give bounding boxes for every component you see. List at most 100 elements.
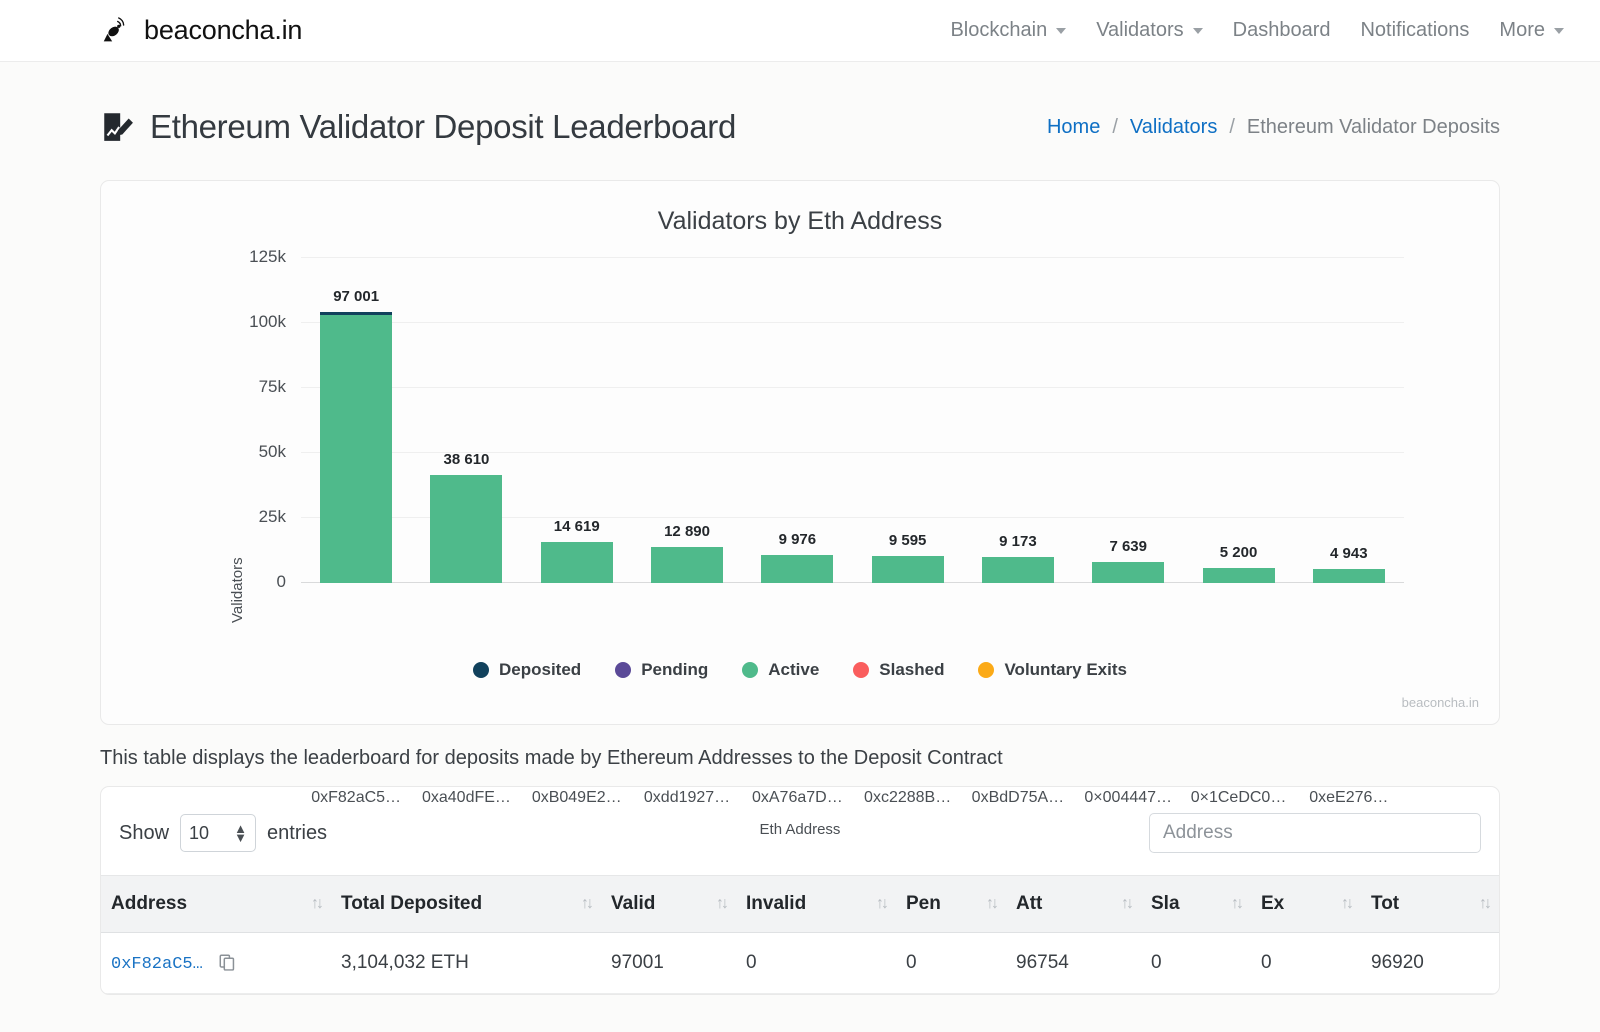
sort-arrows-icon: ↑↓ (876, 895, 886, 913)
table-body: 0xF82aC5… 3,104,032 ETH 97001 0 0 96754 … (101, 933, 1499, 994)
column-header-tot[interactable]: Tot↑↓ (1361, 876, 1499, 933)
table-row[interactable] (982, 557, 1054, 583)
x-tick-label: 0xB049E2… (527, 789, 626, 807)
chart-title: Validators by Eth Address (101, 181, 1499, 236)
table-row[interactable] (1313, 569, 1385, 583)
nav-item-validators-label: Validators (1096, 19, 1183, 42)
column-label: Valid (611, 893, 655, 915)
cell-ex: 0 (1251, 933, 1361, 994)
address-link[interactable]: 0xF82aC5… (111, 955, 203, 974)
breadcrumb: Home / Validators / Ethereum Validator D… (1047, 116, 1500, 139)
chart-legend: Deposited Pending Active Slashed Volunta… (101, 660, 1499, 680)
page-title-wrap: Ethereum Validator Deposit Leaderboard (100, 108, 736, 146)
nav-links: Blockchain Validators Dashboard Notifica… (950, 19, 1564, 42)
cell-address: 0xF82aC5… (101, 933, 331, 994)
column-header-address[interactable]: Address ↑↓ (101, 876, 331, 933)
bar-column: 9 173 (968, 233, 1067, 583)
x-tick-label: 0xF82aC5… (307, 789, 406, 807)
bar-value-label: 5 200 (1220, 544, 1258, 561)
column-header-sla[interactable]: Sla↑↓ (1141, 876, 1251, 933)
sort-arrows-icon: ↑↓ (581, 895, 591, 913)
bar-column: 5 200 (1189, 233, 1288, 583)
sort-arrows-icon: ↑↓ (1121, 895, 1131, 913)
column-header-pen[interactable]: Pen ↑↓ (896, 876, 1006, 933)
nav-item-validators[interactable]: Validators (1096, 19, 1202, 42)
nav-item-blockchain-label: Blockchain (950, 19, 1047, 42)
bar-value-label: 9 173 (999, 533, 1037, 550)
nav-item-dashboard[interactable]: Dashboard (1233, 19, 1331, 42)
table-row[interactable] (1092, 562, 1164, 583)
column-label: Pen (906, 893, 941, 915)
nav-item-more-label: More (1499, 19, 1545, 42)
bar-column: 7 639 (1079, 233, 1178, 583)
x-tick-label: 0×1CeDC0… (1189, 789, 1288, 807)
column-label: Att (1016, 893, 1042, 915)
chart-card: Validators by Eth Address 125k 100k 75k … (100, 180, 1500, 725)
sort-arrows-icon: ↑↓ (311, 895, 321, 913)
column-header-ex[interactable]: Ex ↑↓ (1251, 876, 1361, 933)
bar-value-label: 14 619 (554, 518, 600, 535)
leaderboard-table-card: Show 10 ▲▼ entries Address↑↓ Total Depos… (100, 786, 1500, 995)
breadcrumb-item-validators[interactable]: Validators (1130, 116, 1217, 139)
x-tick-label: 0xBdD75A… (968, 789, 1067, 807)
y-tick-0: 0 (277, 572, 286, 592)
table-row[interactable] (651, 547, 723, 583)
nav-item-notifications[interactable]: Notifications (1360, 19, 1469, 42)
legend-item-deposited[interactable]: Deposited (473, 660, 581, 680)
bar-column: 4 943 (1299, 233, 1398, 583)
bar-value-label: 97 001 (333, 288, 379, 305)
legend-item-pending[interactable]: Pending (615, 660, 708, 680)
brand-name: beaconcha.in (144, 15, 302, 46)
x-tick-label: 0xA76a7D… (748, 789, 847, 807)
column-header-valid[interactable]: Valid↑↓ (601, 876, 736, 933)
legend-label: Active (768, 660, 819, 680)
table-row[interactable] (761, 555, 833, 583)
page-title: Ethereum Validator Deposit Leaderboard (150, 108, 736, 146)
y-tick-75k: 75k (259, 377, 286, 397)
table-row[interactable] (872, 556, 944, 583)
legend-item-slashed[interactable]: Slashed (853, 660, 944, 680)
x-tick-label: 0xeE276… (1299, 789, 1398, 807)
copy-icon[interactable] (219, 952, 236, 973)
brand-logo[interactable]: beaconcha.in (100, 15, 302, 46)
sort-arrows-icon: ↑↓ (986, 895, 996, 913)
legend-item-voluntary-exits[interactable]: Voluntary Exits (978, 660, 1127, 680)
table-row[interactable] (541, 542, 613, 583)
column-label: Sla (1151, 893, 1180, 915)
nav-item-dashboard-label: Dashboard (1233, 19, 1331, 42)
column-label: Ex (1261, 893, 1284, 915)
chart-gridlines: 97 001 38 610 14 619 12 890 (301, 233, 1404, 583)
bar-column: 97 001 (307, 233, 406, 583)
legend-label: Voluntary Exits (1004, 660, 1127, 680)
cell-sla: 0 (1141, 933, 1251, 994)
table-row[interactable] (430, 475, 502, 583)
cell-total-deposited: 3,104,032 ETH (331, 933, 601, 994)
column-label: Invalid (746, 893, 806, 915)
legend-label: Deposited (499, 660, 581, 680)
document-edit-chart-icon (100, 110, 134, 144)
breadcrumb-item-home[interactable]: Home (1047, 116, 1100, 139)
column-header-att[interactable]: Att ↑↓ (1006, 876, 1141, 933)
table-description: This table displays the leaderboard for … (100, 747, 1500, 770)
sort-arrows-icon: ↑↓ (1479, 895, 1489, 913)
nav-item-blockchain[interactable]: Blockchain (950, 19, 1066, 42)
cell-tot: 96920 (1361, 933, 1499, 994)
table-row[interactable] (320, 312, 392, 583)
x-axis-tick-labels: 0xF82aC5… 0xa40dFE… 0xB049E2… 0xdd1927… … (301, 789, 1404, 807)
chart-bars: 97 001 38 610 14 619 12 890 (301, 233, 1404, 583)
legend-color-dot-icon (473, 662, 489, 678)
column-label: Address (111, 893, 187, 915)
satellite-dish-icon (100, 16, 130, 46)
bar-segment-deposited (320, 312, 392, 315)
bar-value-label: 12 890 (664, 523, 710, 540)
bar-value-label: 9 976 (779, 531, 817, 548)
legend-label: Slashed (879, 660, 944, 680)
table-row[interactable] (1203, 568, 1275, 583)
sort-arrows-icon: ↑↓ (1341, 895, 1351, 913)
column-header-total-deposited[interactable]: Total Deposited↑↓ (331, 876, 601, 933)
legend-item-active[interactable]: Active (742, 660, 819, 680)
column-header-invalid[interactable]: Invalid ↑↓ (736, 876, 896, 933)
legend-color-dot-icon (853, 662, 869, 678)
nav-item-more[interactable]: More (1499, 19, 1564, 42)
legend-color-dot-icon (742, 662, 758, 678)
